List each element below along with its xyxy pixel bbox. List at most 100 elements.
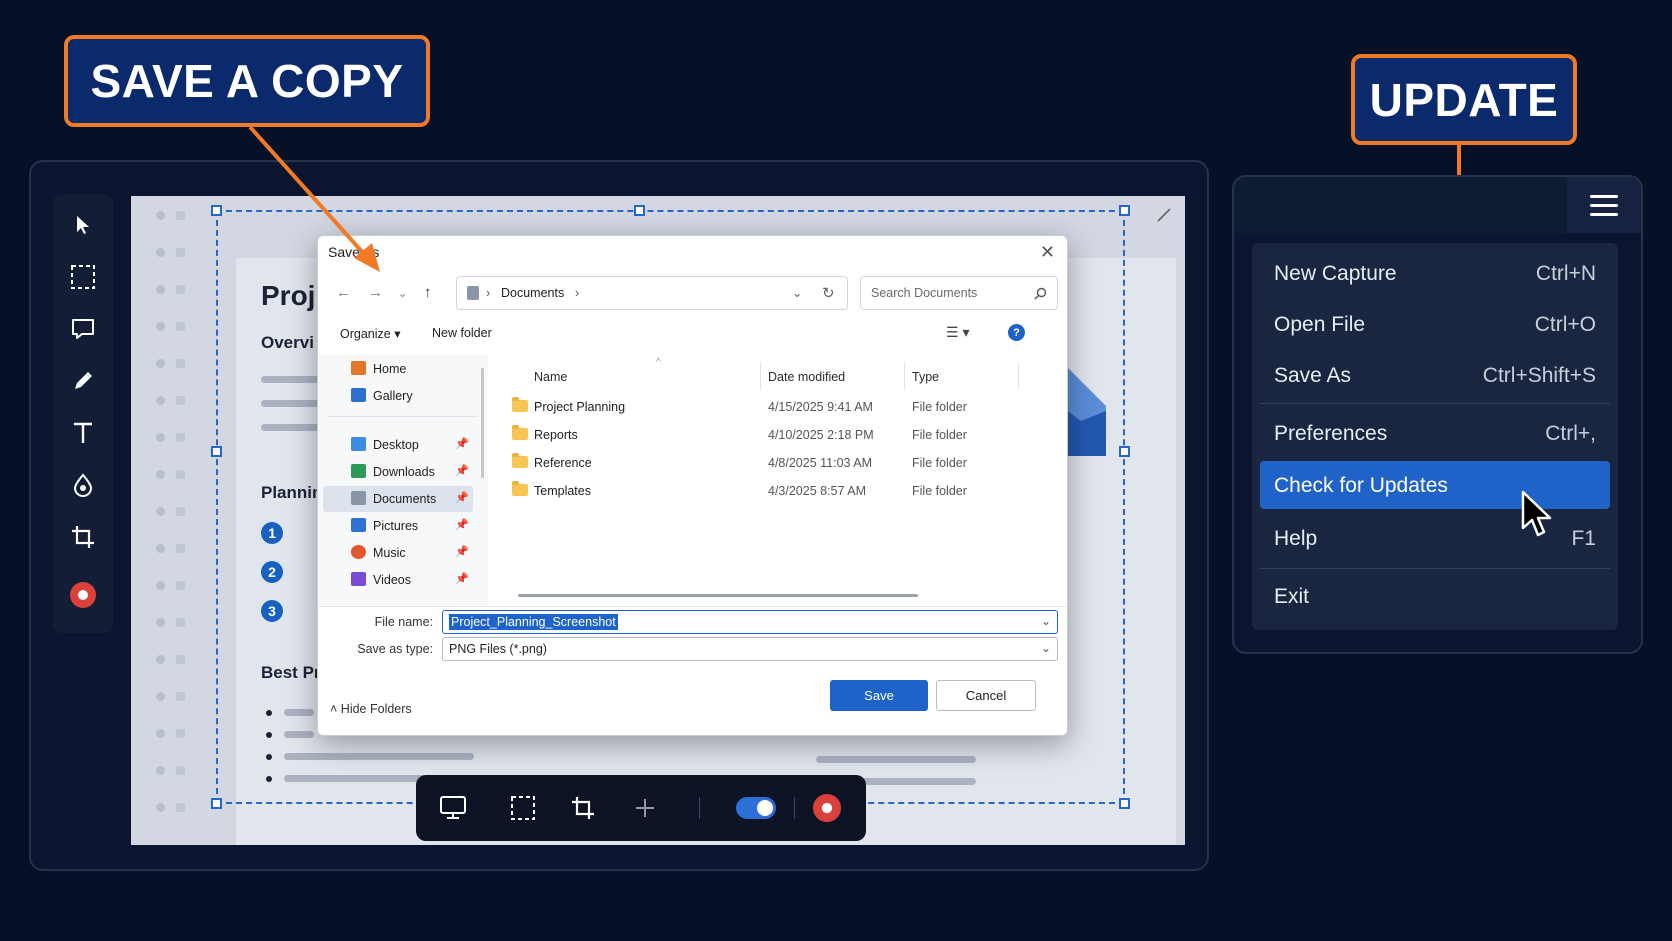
- capture-mode-toolbar: [416, 775, 866, 841]
- file-name-dropdown-icon[interactable]: ⌄: [1041, 614, 1051, 628]
- menu-item-label: Help: [1274, 527, 1318, 550]
- refresh-icon[interactable]: ↻: [822, 284, 835, 302]
- file-type: File folder: [912, 456, 967, 470]
- menu-divider: [1260, 403, 1610, 404]
- nav-label: Downloads: [373, 465, 435, 479]
- menu-item-check-for-updates[interactable]: Check for Updates: [1260, 461, 1610, 509]
- nav-item-documents[interactable]: Documents 📌: [323, 486, 473, 512]
- nav-item-videos[interactable]: Videos 📌: [323, 567, 473, 593]
- file-row[interactable]: Project Planning 4/15/2025 9:41 AM File …: [496, 394, 1036, 420]
- save-copy-callout: SAVE A COPY: [64, 35, 430, 127]
- file-name: Project Planning: [534, 400, 626, 414]
- text-icon[interactable]: [65, 415, 101, 451]
- horizontal-scrollbar[interactable]: [518, 594, 918, 597]
- nav-item-downloads[interactable]: Downloads 📌: [323, 459, 473, 485]
- search-documents-input[interactable]: Search Documents: [860, 276, 1058, 310]
- record-icon[interactable]: [812, 793, 842, 823]
- documents-icon: [351, 491, 366, 505]
- hamburger-menu-icon[interactable]: [1567, 177, 1641, 233]
- canvas-expand-icon[interactable]: [1155, 206, 1173, 224]
- region-select-icon[interactable]: [65, 259, 101, 295]
- selection-handle-bl[interactable]: [211, 798, 222, 809]
- file-date: 4/8/2025 11:03 AM: [768, 456, 873, 470]
- save-button[interactable]: Save: [830, 680, 928, 711]
- select-arrow-icon[interactable]: [65, 207, 101, 243]
- pin-icon[interactable]: 📌: [455, 572, 469, 585]
- nav-scrollbar[interactable]: [481, 368, 484, 478]
- recent-chevron-icon[interactable]: ⌄: [398, 287, 407, 300]
- column-header-date[interactable]: Date modified: [768, 370, 845, 384]
- fill-drop-icon[interactable]: [65, 467, 101, 503]
- update-callout-text: UPDATE: [1369, 73, 1559, 126]
- view-options-icon[interactable]: ☰ ▾: [946, 324, 969, 341]
- cancel-button[interactable]: Cancel: [936, 680, 1036, 711]
- file-type: File folder: [912, 400, 967, 414]
- pin-icon[interactable]: 📌: [455, 491, 469, 504]
- crop-icon[interactable]: [568, 793, 598, 823]
- organize-button[interactable]: Organize ▾: [340, 326, 400, 341]
- save-type-label: Save as type:: [357, 642, 433, 656]
- file-row[interactable]: Templates 4/3/2025 8:57 AM File folder: [496, 478, 1036, 504]
- menu-item-save-as[interactable]: Save As Ctrl+Shift+S: [1260, 351, 1610, 399]
- search-placeholder: Search Documents: [871, 286, 978, 300]
- crosshair-icon[interactable]: [630, 793, 660, 823]
- breadcrumb-documents[interactable]: Documents: [501, 286, 564, 300]
- record-icon[interactable]: [65, 577, 101, 613]
- selection-handle-tr[interactable]: [1119, 205, 1130, 216]
- region-capture-icon[interactable]: [508, 793, 538, 823]
- comment-icon[interactable]: [65, 311, 101, 347]
- file-name-input[interactable]: Project_Planning_Screenshot ⌄: [442, 610, 1058, 634]
- column-header-type[interactable]: Type: [912, 370, 939, 384]
- menu-item-help[interactable]: Help F1: [1260, 514, 1610, 562]
- hide-folders-toggle[interactable]: ˄ Hide Folders: [330, 702, 412, 716]
- folder-icon: [512, 453, 528, 468]
- address-bar[interactable]: › Documents › ⌄ ↻: [456, 276, 848, 310]
- save-type-select[interactable]: PNG Files (*.png) ⌄: [442, 637, 1058, 661]
- menu-item-shortcut: F1: [1571, 527, 1596, 550]
- pin-icon[interactable]: 📌: [455, 464, 469, 477]
- file-name: Reports: [534, 428, 578, 442]
- nav-item-home[interactable]: Home: [323, 356, 473, 382]
- file-name: Templates: [534, 484, 591, 498]
- save-type-dropdown-icon[interactable]: ⌄: [1041, 641, 1051, 655]
- forward-arrow-icon[interactable]: →: [368, 284, 383, 301]
- file-row[interactable]: Reference 4/8/2025 11:03 AM File folder: [496, 450, 1036, 476]
- pin-icon[interactable]: 📌: [455, 437, 469, 450]
- nav-item-pictures[interactable]: Pictures 📌: [323, 513, 473, 539]
- column-header-name[interactable]: Name: [534, 370, 567, 384]
- selection-handle-tl[interactable]: [211, 205, 222, 216]
- selection-handle-br[interactable]: [1119, 798, 1130, 809]
- nav-item-gallery[interactable]: Gallery: [323, 383, 473, 409]
- file-row[interactable]: Reports 4/10/2025 2:18 PM File folder: [496, 422, 1036, 448]
- pin-icon[interactable]: 📌: [455, 545, 469, 558]
- selection-handle-ml[interactable]: [211, 446, 222, 457]
- menu-item-shortcut: Ctrl+,: [1545, 422, 1596, 445]
- fullscreen-capture-icon[interactable]: [438, 793, 468, 823]
- menu-item-exit[interactable]: Exit: [1260, 572, 1610, 620]
- toggle-switch[interactable]: [736, 797, 776, 819]
- home-icon: [351, 361, 366, 375]
- up-arrow-icon[interactable]: ↑: [424, 284, 432, 301]
- pin-icon[interactable]: 📌: [455, 518, 469, 531]
- back-arrow-icon[interactable]: ←: [336, 284, 351, 301]
- address-dropdown-icon[interactable]: ⌄: [792, 285, 802, 300]
- gallery-icon: [351, 388, 366, 402]
- mouse-cursor-icon: [1521, 490, 1552, 537]
- menu-item-open-file[interactable]: Open File Ctrl+O: [1260, 300, 1610, 348]
- file-name-label: File name:: [374, 615, 433, 629]
- nav-label: Documents: [373, 492, 437, 506]
- nav-item-desktop[interactable]: Desktop 📌: [323, 432, 473, 458]
- menu-item-preferences[interactable]: Preferences Ctrl+,: [1260, 409, 1610, 457]
- nav-item-music[interactable]: Music 📌: [323, 540, 473, 566]
- new-folder-button[interactable]: New folder: [432, 326, 492, 340]
- close-icon[interactable]: ✕: [1040, 242, 1055, 263]
- file-date: 4/15/2025 9:41 AM: [768, 400, 873, 414]
- menu-item-new-capture[interactable]: New Capture Ctrl+N: [1260, 249, 1610, 297]
- crop-icon[interactable]: [65, 519, 101, 555]
- help-icon[interactable]: ?: [1008, 324, 1025, 341]
- pen-icon[interactable]: [65, 363, 101, 399]
- selection-handle-tc[interactable]: [634, 205, 645, 216]
- file-list: Name ^ Date modified Type Project Planni…: [496, 354, 1068, 606]
- desktop-icon: [351, 437, 366, 451]
- selection-handle-mr[interactable]: [1119, 446, 1130, 457]
